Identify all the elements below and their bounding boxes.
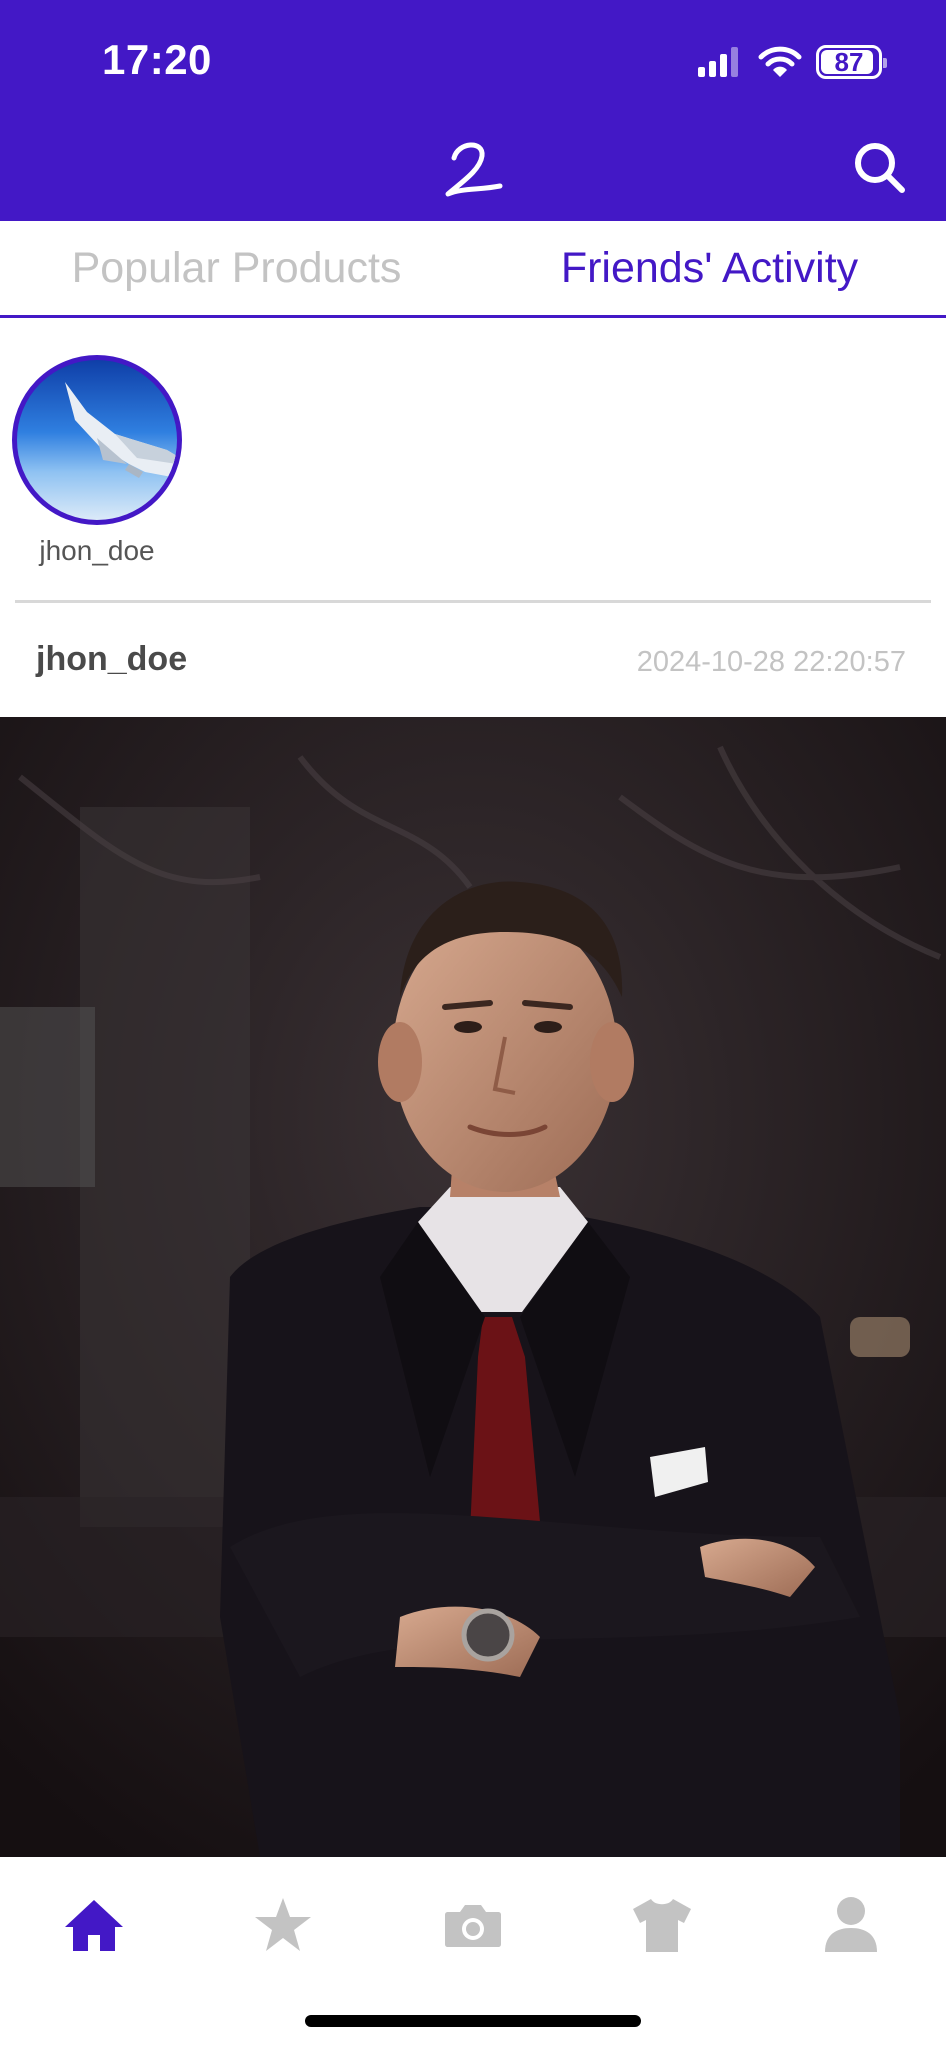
battery-icon: 87 bbox=[816, 45, 887, 79]
home-indicator[interactable] bbox=[305, 2015, 641, 2027]
nav-home[interactable] bbox=[54, 1885, 134, 1965]
avatar[interactable] bbox=[12, 355, 182, 525]
man-in-suit-photo bbox=[0, 717, 946, 1857]
wifi-icon bbox=[758, 46, 802, 77]
home-icon bbox=[65, 1900, 123, 1951]
feed-tabs: Popular Products Friends' Activity bbox=[0, 221, 946, 318]
story-username[interactable]: jhon_doe bbox=[12, 535, 182, 567]
battery-level: 87 bbox=[834, 47, 864, 77]
status-icons: 87 bbox=[698, 42, 887, 82]
divider bbox=[15, 600, 931, 603]
signal-icon bbox=[698, 47, 738, 77]
nav-profile[interactable] bbox=[811, 1885, 891, 1965]
tab-friends-activity[interactable]: Friends' Activity bbox=[473, 221, 946, 315]
nav-clothing[interactable] bbox=[622, 1885, 702, 1965]
app-header: 17:20 87 bbox=[0, 0, 946, 221]
nav-camera[interactable] bbox=[433, 1885, 513, 1965]
tab-popular-products[interactable]: Popular Products bbox=[0, 221, 473, 315]
nav-favorites[interactable] bbox=[243, 1885, 323, 1965]
story-item[interactable]: jhon_doe bbox=[12, 355, 182, 567]
status-time: 17:20 bbox=[102, 36, 212, 83]
search-icon[interactable] bbox=[850, 138, 910, 198]
airplane-wing-avatar bbox=[65, 382, 177, 478]
profile-icon bbox=[825, 1897, 877, 1952]
post-username[interactable]: jhon_doe bbox=[36, 640, 187, 679]
logo-icon[interactable] bbox=[440, 138, 506, 200]
camera-icon bbox=[445, 1905, 501, 1947]
post-image[interactable] bbox=[0, 717, 946, 1857]
tshirt-icon bbox=[633, 1899, 691, 1952]
post-timestamp: 2024-10-28 22:20:57 bbox=[636, 646, 906, 678]
star-icon bbox=[255, 1898, 311, 1951]
